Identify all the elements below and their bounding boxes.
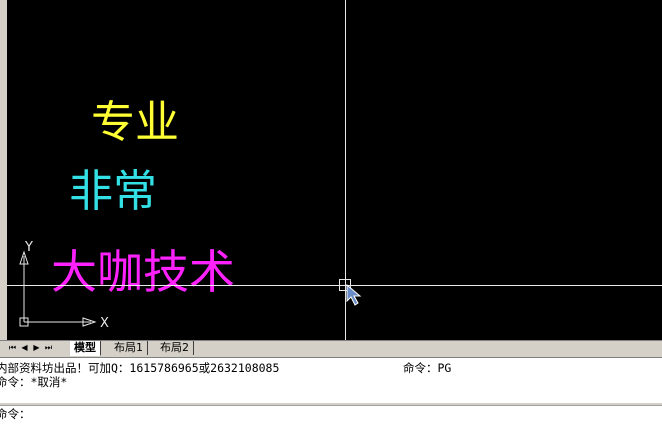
ucs-x-label: X (100, 316, 109, 331)
command-history-line: 命令：PG (403, 361, 452, 375)
prev-tab-icon[interactable]: ◀ (19, 342, 30, 354)
drawing-canvas[interactable]: 专业 非常 大咖技术 Y X (7, 0, 662, 340)
ucs-y-label: Y (24, 240, 33, 255)
drawing-text-2[interactable]: 非常 (69, 170, 157, 214)
command-input[interactable]: 命令： (0, 405, 662, 424)
last-tab-icon[interactable]: ⏭ (43, 342, 54, 354)
layout-tab-bar: ⏮ ◀ ▶ ⏭ 模型 布局1 布局2 (0, 340, 662, 356)
command-history: 内部资料坊出品！可加Q：1615786965或2632108085 命令：PG … (0, 357, 662, 403)
first-tab-icon[interactable]: ⏮ (7, 342, 18, 354)
cursor-arrow-icon (346, 284, 362, 306)
tab-layout2[interactable]: 布局2 (156, 341, 194, 355)
ucs-icon: Y X (19, 240, 109, 331)
left-frame (0, 0, 7, 340)
drawing-text-1[interactable]: 专业 (91, 101, 179, 145)
command-history-line: 内部资料坊出品！可加Q：1615786965或2632108085 (0, 361, 280, 375)
command-prompt: 命令： (0, 407, 31, 421)
tab-model[interactable]: 模型 (70, 341, 101, 356)
crosshair-horizontal (7, 285, 662, 286)
command-history-line: 命令：*取消* (0, 375, 68, 389)
tab-layout1[interactable]: 布局1 (110, 341, 148, 355)
next-tab-icon[interactable]: ▶ (31, 342, 42, 354)
